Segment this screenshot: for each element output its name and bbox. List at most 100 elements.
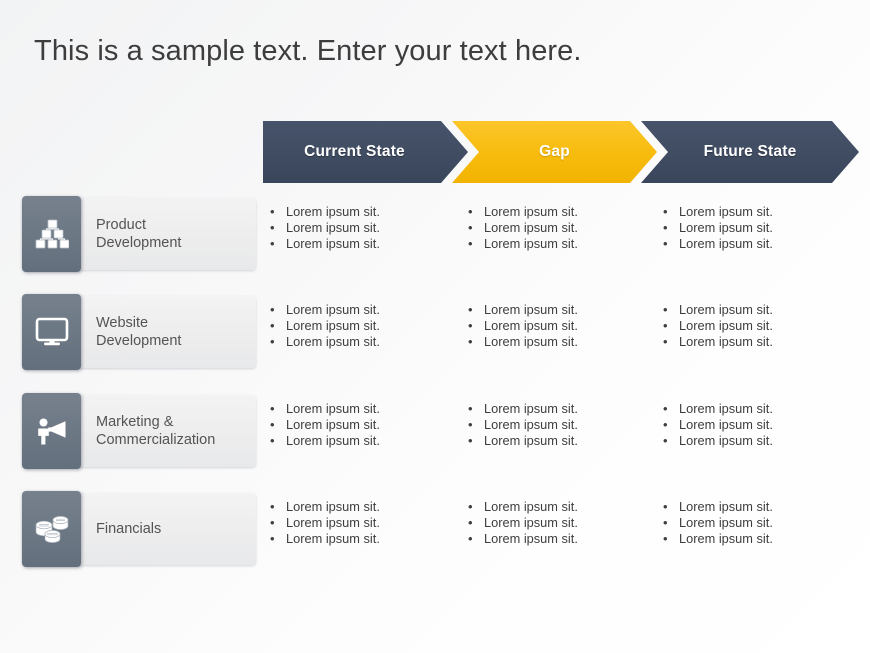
list-item-text: Lorem ipsum sit. (286, 204, 380, 219)
bullet-dot-icon: • (270, 302, 275, 317)
bullet-dot-icon: • (663, 433, 668, 449)
bullet-dot-icon: • (468, 220, 473, 236)
list-item-text: Lorem ipsum sit. (679, 334, 773, 350)
stage-header-current-state[interactable]: Current State (263, 121, 468, 183)
category-card-marketing-commercialization[interactable]: Marketing & Commercialization (22, 393, 256, 469)
bullet-list-current-state: • Lorem ipsum sit. • Lorem ipsum sit. • Lor… (270, 499, 456, 548)
list-item: • Lorem ipsum sit. (663, 334, 849, 350)
list-item-text: Lorem ipsum sit. (484, 204, 578, 219)
bullet-dot-icon: • (663, 515, 668, 531)
list-item-text: Lorem ipsum sit. (286, 499, 380, 514)
bullet-list-gap: • Lorem ipsum sit. • Lorem ipsum sit. • Lor… (468, 204, 654, 253)
bullet-dot-icon: • (270, 531, 275, 547)
list-item-text: Lorem ipsum sit. (679, 220, 773, 236)
list-item-text: Lorem ipsum sit. (484, 531, 578, 547)
category-card-product-development[interactable]: Product Development (22, 196, 256, 272)
list-item-text: Lorem ipsum sit. (286, 417, 380, 433)
list-item: • Lorem ipsum sit. (663, 433, 849, 449)
table-row: Financials • Lorem ipsum sit. • Lorem ipsu… (0, 491, 870, 567)
list-item-text: Lorem ipsum sit. (484, 417, 578, 433)
list-item: • Lorem ipsum sit. (270, 334, 456, 350)
bullet-dot-icon: • (468, 417, 473, 433)
bullet-dot-icon: • (468, 433, 473, 449)
category-label-line1: Financials (96, 521, 162, 537)
bullet-list-gap: • Lorem ipsum sit. • Lorem ipsum sit. • Lor… (468, 401, 654, 450)
list-item-text: Lorem ipsum sit. (286, 236, 380, 252)
stage-header-band: Current State Gap Future State (263, 121, 859, 183)
list-item: • Lorem ipsum sit. (663, 204, 849, 220)
list-item-text: Lorem ipsum sit. (679, 417, 773, 433)
category-label-line1: Website (96, 315, 149, 331)
bullet-dot-icon: • (468, 515, 473, 531)
list-item: • Lorem ipsum sit. (663, 499, 849, 515)
list-item-text: Lorem ipsum sit. (679, 515, 773, 531)
bullet-dot-icon: • (270, 334, 275, 350)
bullet-dot-icon: • (663, 220, 668, 236)
bullet-dot-icon: • (663, 531, 668, 547)
category-card-website-development[interactable]: Website Development (22, 294, 256, 370)
list-item-text: Lorem ipsum sit. (484, 334, 578, 350)
bullet-dot-icon: • (270, 220, 275, 236)
list-item-text: Lorem ipsum sit. (484, 433, 578, 449)
bullet-list-gap: • Lorem ipsum sit. • Lorem ipsum sit. • Lor… (468, 499, 654, 548)
category-label: Website Development (81, 296, 256, 368)
list-item: • Lorem ipsum sit. (270, 236, 456, 252)
list-item-text: Lorem ipsum sit. (286, 401, 380, 416)
category-label-line2: Development (96, 333, 182, 349)
category-label-line1: Product (96, 217, 146, 233)
list-item: • Lorem ipsum sit. (468, 531, 654, 547)
list-item: • Lorem ipsum sit. (270, 417, 456, 433)
list-item-text: Lorem ipsum sit. (484, 499, 578, 514)
list-item: • Lorem ipsum sit. (663, 302, 849, 318)
bullet-dot-icon: • (270, 236, 275, 252)
list-item: • Lorem ipsum sit. (270, 433, 456, 449)
table-row: Marketing & Commercialization • Lorem ips… (0, 393, 870, 469)
bullet-dot-icon: • (270, 401, 275, 416)
category-label: Marketing & Commercialization (81, 395, 256, 467)
stage-header-future-state[interactable]: Future State (641, 121, 859, 183)
bullet-dot-icon: • (270, 318, 275, 334)
list-item: • Lorem ipsum sit. (270, 204, 456, 220)
bullet-dot-icon: • (663, 302, 668, 317)
list-item: • Lorem ipsum sit. (663, 417, 849, 433)
bullet-dot-icon: • (663, 499, 668, 514)
list-item-text: Lorem ipsum sit. (484, 515, 578, 531)
category-card-financials[interactable]: Financials (22, 491, 256, 567)
list-item: • Lorem ipsum sit. (468, 401, 654, 417)
bullet-dot-icon: • (270, 433, 275, 449)
list-item: • Lorem ipsum sit. (663, 318, 849, 334)
bullet-list-future-state: • Lorem ipsum sit. • Lorem ipsum sit. • Lor… (663, 401, 849, 450)
pyramid-blocks-icon (22, 196, 81, 272)
bullet-dot-icon: • (663, 318, 668, 334)
list-item: • Lorem ipsum sit. (468, 433, 654, 449)
list-item: • Lorem ipsum sit. (270, 401, 456, 417)
list-item: • Lorem ipsum sit. (270, 302, 456, 318)
bullet-list-current-state: • Lorem ipsum sit. • Lorem ipsum sit. • Lor… (270, 401, 456, 450)
list-item: • Lorem ipsum sit. (468, 499, 654, 515)
bullet-dot-icon: • (468, 531, 473, 547)
stage-header-gap[interactable]: Gap (452, 121, 657, 183)
list-item: • Lorem ipsum sit. (663, 515, 849, 531)
list-item-text: Lorem ipsum sit. (679, 401, 773, 416)
list-item-text: Lorem ipsum sit. (484, 318, 578, 334)
bullet-list-gap: • Lorem ipsum sit. • Lorem ipsum sit. • Lor… (468, 302, 654, 351)
slide-canvas: This is a sample text. Enter your text h… (0, 0, 870, 653)
bullet-list-future-state: • Lorem ipsum sit. • Lorem ipsum sit. • Lor… (663, 499, 849, 548)
bullet-dot-icon: • (663, 334, 668, 350)
category-label: Financials (81, 493, 256, 565)
list-item-text: Lorem ipsum sit. (679, 318, 773, 334)
bullet-dot-icon: • (663, 204, 668, 219)
bullet-list-current-state: • Lorem ipsum sit. • Lorem ipsum sit. • Lor… (270, 302, 456, 351)
bullet-dot-icon: • (468, 499, 473, 514)
bullet-list-future-state: • Lorem ipsum sit. • Lorem ipsum sit. • Lor… (663, 204, 849, 253)
list-item-text: Lorem ipsum sit. (679, 433, 773, 449)
page-title: This is a sample text. Enter your text h… (34, 35, 582, 67)
list-item: • Lorem ipsum sit. (270, 515, 456, 531)
bullet-dot-icon: • (663, 236, 668, 252)
list-item-text: Lorem ipsum sit. (679, 531, 773, 547)
list-item: • Lorem ipsum sit. (468, 334, 654, 350)
bullet-dot-icon: • (270, 417, 275, 433)
list-item: • Lorem ipsum sit. (270, 499, 456, 515)
list-item: • Lorem ipsum sit. (663, 401, 849, 417)
bullet-dot-icon: • (468, 236, 473, 252)
